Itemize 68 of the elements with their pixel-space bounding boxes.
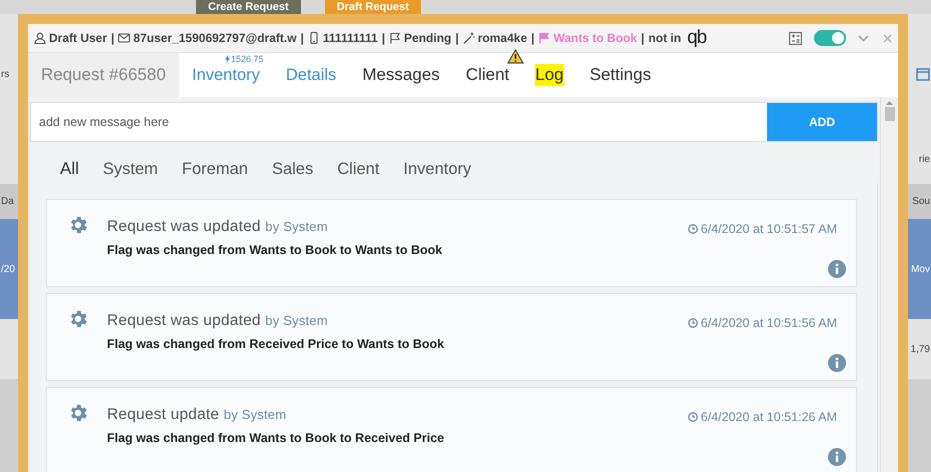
table-cell: /20 xyxy=(1,264,15,274)
separator: | xyxy=(111,31,114,45)
log-detail: Flag was changed from Received Price to Wants to Book xyxy=(107,336,446,353)
filter-tab[interactable]: Client xyxy=(325,154,392,184)
mail-icon xyxy=(118,32,130,44)
header-button[interactable]: Create Request xyxy=(196,0,301,14)
calendar-icon[interactable] xyxy=(916,67,930,81)
separator: | xyxy=(300,31,304,45)
separator: | xyxy=(382,31,386,45)
filter-tab[interactable]: System xyxy=(90,154,170,184)
info-text: Wants to Book xyxy=(553,31,638,45)
log-author: by System xyxy=(224,407,286,422)
column-header: Da xyxy=(1,196,14,207)
clock-icon xyxy=(688,412,698,422)
log-author: by System xyxy=(265,313,328,328)
separator: | xyxy=(531,31,534,45)
info-text: 87user_1590692797@draft.w xyxy=(133,31,297,45)
table-cell: Mov xyxy=(911,264,930,274)
scrollbar-thumb[interactable] xyxy=(884,107,894,121)
filter-tab[interactable]: All xyxy=(48,154,91,184)
logo: qb xyxy=(687,27,706,49)
bolt-icon xyxy=(225,55,230,63)
close-icon[interactable] xyxy=(883,34,892,42)
table-cell: 1,79 xyxy=(910,344,930,354)
info-icon[interactable] xyxy=(828,448,846,466)
scroll-up-icon[interactable] xyxy=(886,101,893,105)
column-header: Sou xyxy=(912,196,930,207)
tab[interactable]: Settings xyxy=(590,64,652,86)
log-time: 6/4/2020 at 10:51:57 AM xyxy=(700,222,837,236)
wand-icon xyxy=(462,32,475,44)
log-detail: Flag was changed from Wants to Book to Wants to Book xyxy=(107,242,444,259)
tab[interactable]: Messages xyxy=(362,64,440,86)
clock-icon xyxy=(688,224,698,234)
info-icon[interactable] xyxy=(828,354,846,372)
tab[interactable]: Details xyxy=(286,64,336,86)
separator: | xyxy=(641,31,644,45)
scrollbar[interactable] xyxy=(880,97,898,472)
log-detail: Flag was changed from Wants to Book to Received Price xyxy=(107,430,446,447)
log-author: by System xyxy=(265,219,328,234)
log-time: 6/4/2020 at 10:51:56 AM xyxy=(700,316,837,330)
clock-icon xyxy=(688,318,698,328)
inventory-total: 1526.75 xyxy=(231,54,264,64)
request-number: Request #66580 xyxy=(28,53,179,97)
info-text: 111111111 xyxy=(322,31,378,45)
filter-tab[interactable]: Sales xyxy=(260,154,326,184)
separator: | xyxy=(455,31,459,45)
log-title: Request was updated xyxy=(107,218,261,235)
info-icon[interactable] xyxy=(828,260,846,278)
flag-icon xyxy=(538,32,550,44)
phone-icon xyxy=(308,32,320,44)
log-time: 6/4/2020 at 10:51:26 AM xyxy=(700,410,837,424)
tab[interactable]: Log xyxy=(535,64,564,86)
column-text: rie xyxy=(918,154,930,164)
log-title: Request update xyxy=(107,406,220,423)
filter-tab[interactable]: Inventory xyxy=(391,154,484,184)
chevron-down-icon[interactable] xyxy=(858,34,869,42)
toggle-switch[interactable] xyxy=(814,30,846,46)
filter-tab[interactable]: Foreman xyxy=(170,154,260,184)
user-icon xyxy=(34,32,46,44)
calculator-icon[interactable] xyxy=(789,32,802,44)
info-text: roma4ke xyxy=(478,31,528,45)
info-text: Pending xyxy=(404,31,452,45)
flag-icon xyxy=(389,32,402,44)
info-text: Draft User xyxy=(49,31,108,45)
info-text: not in xyxy=(648,31,682,45)
column-text: rs xyxy=(1,68,10,80)
log-title: Request was updated xyxy=(107,312,261,329)
tab[interactable]: Client xyxy=(466,64,510,86)
